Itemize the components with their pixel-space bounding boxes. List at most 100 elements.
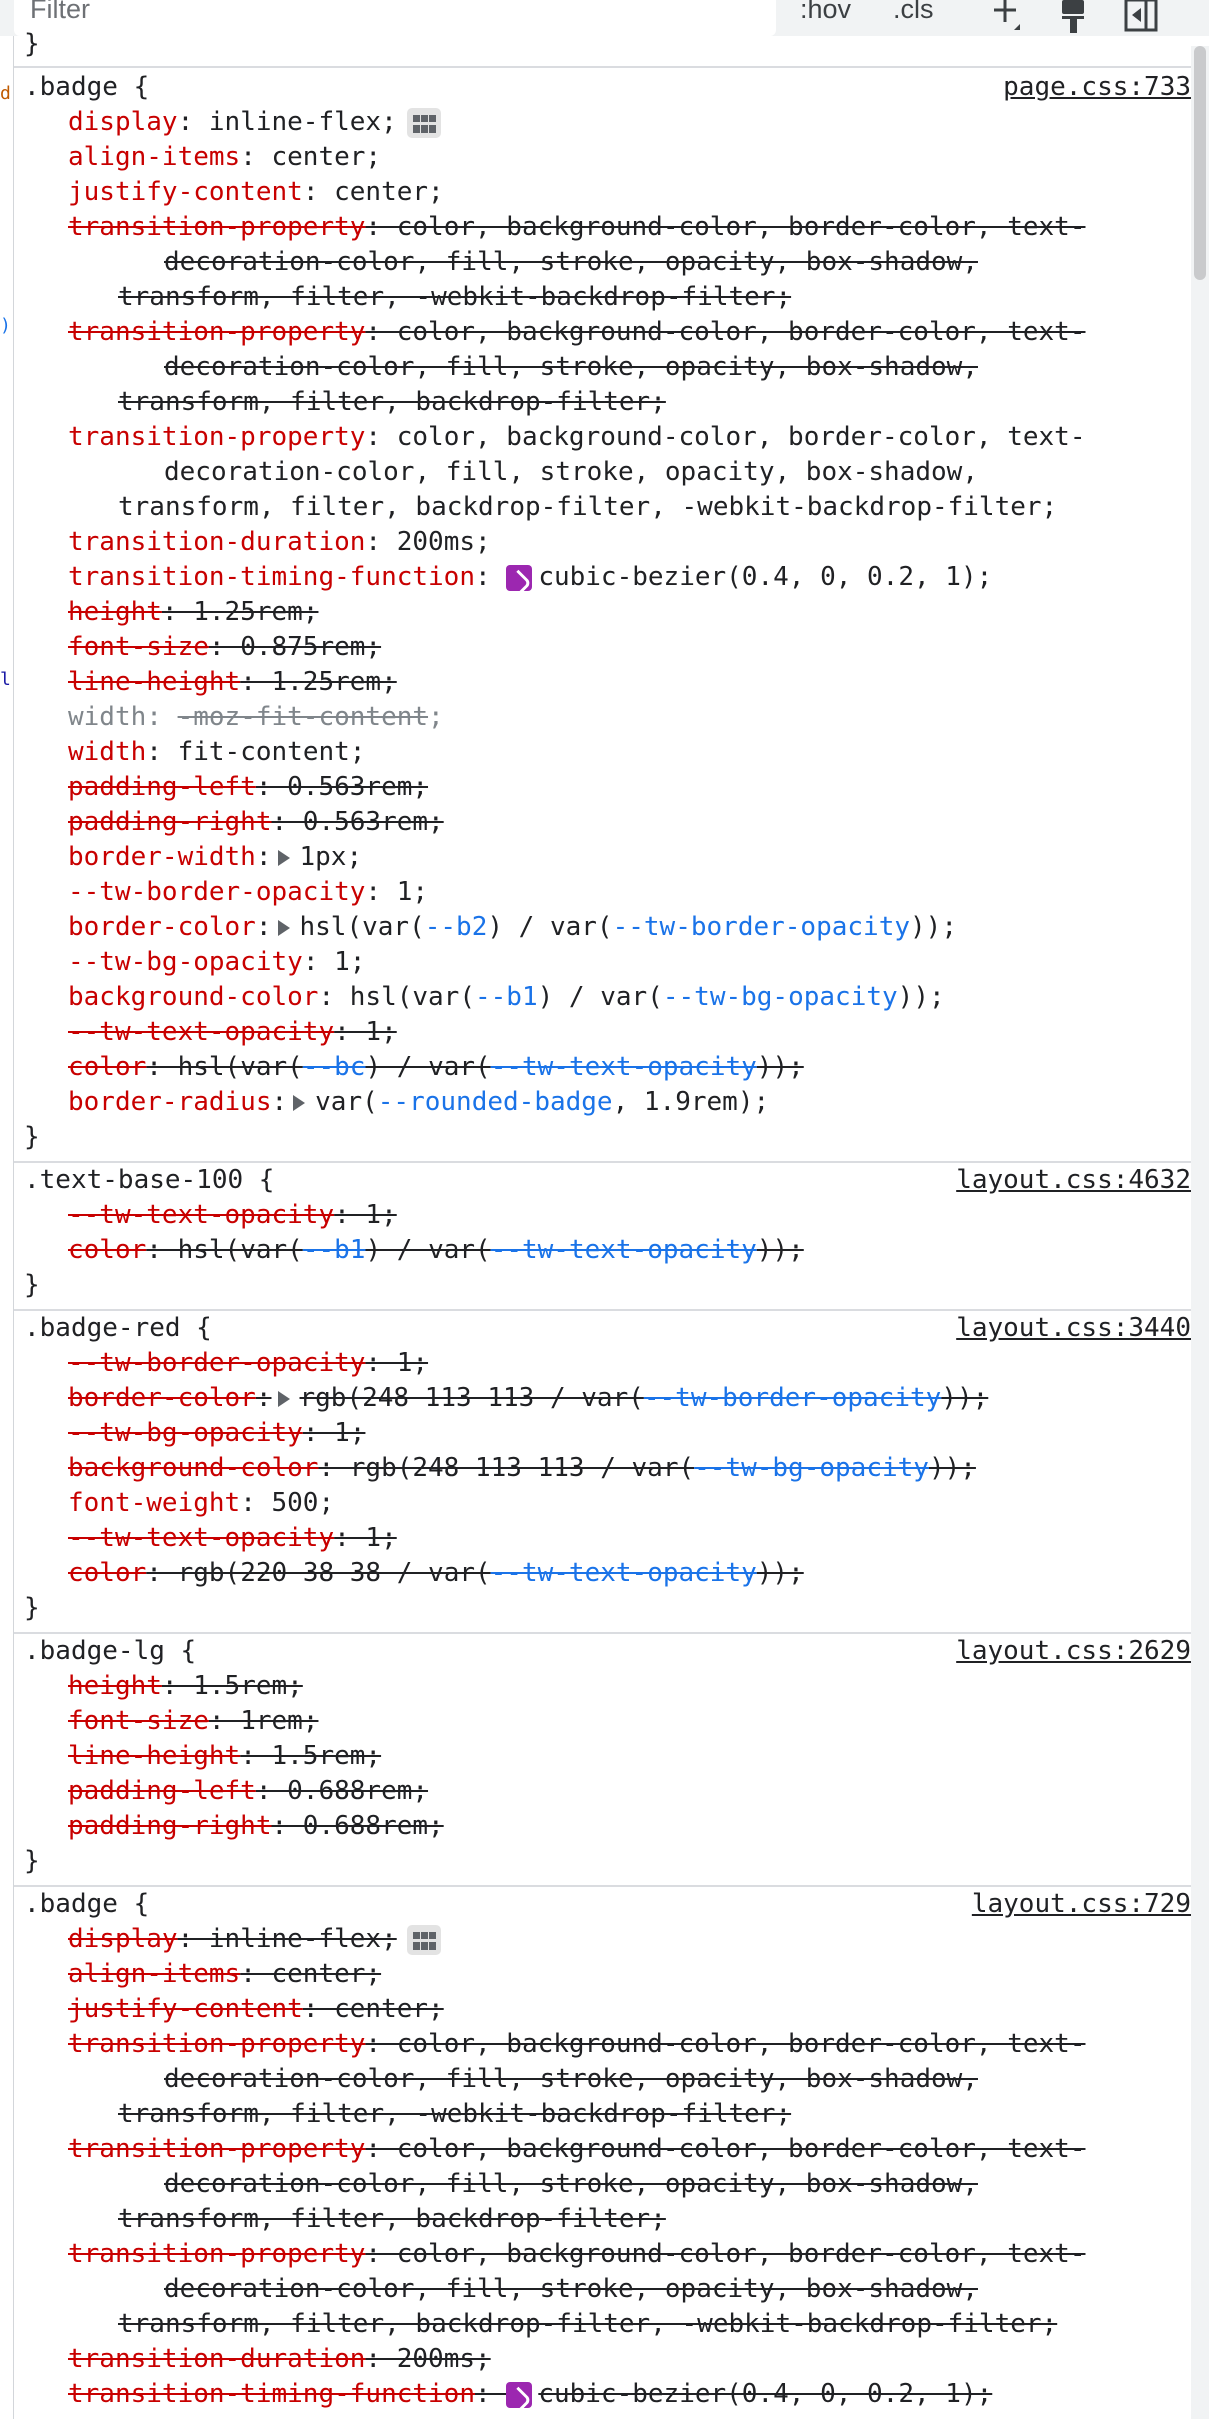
paint-brush-icon[interactable] [1056,0,1092,36]
scrollbar[interactable] [1191,46,1209,2419]
css-declaration[interactable]: line-height: 1.5rem; [14,1739,1191,1774]
css-variable-link[interactable]: --tw-border-opacity [613,912,910,942]
css-declaration[interactable]: height: 1.5rem; [14,1669,1191,1704]
expand-triangle-icon[interactable] [277,849,290,866]
css-variable-link[interactable]: --b2 [425,912,488,942]
expand-triangle-icon[interactable] [277,919,290,936]
css-declaration[interactable]: transition-property: color, background-c… [14,2132,1191,2167]
css-variable-link[interactable]: --tw-text-opacity [491,1235,757,1265]
css-variable-link[interactable]: --tw-border-opacity [644,1383,941,1413]
css-declaration[interactable]: justify-content: center; [14,1992,1191,2027]
source-link[interactable]: layout.css:2629 [956,1634,1191,1669]
toggle-sidebar-icon[interactable] [1124,0,1160,36]
declaration-text: : 500; [240,1488,335,1518]
css-declaration[interactable]: transition-property: color, background-c… [14,210,1191,245]
css-declaration[interactable]: font-weight: 500; [14,1486,1191,1521]
easing-editor-icon[interactable] [506,564,533,591]
css-declaration[interactable]: display: inline-flex; [14,1922,1191,1957]
css-declaration[interactable]: --tw-text-opacity: 1; [14,1015,1191,1050]
css-variable-link[interactable]: --rounded-badge [378,1087,613,1117]
css-declaration[interactable]: border-color: rgb(248 113 113 / var(--tw-… [14,1381,1191,1416]
css-declaration[interactable]: decoration-color, fill, stroke, opacity,… [14,2062,1191,2097]
flexbox-editor-icon[interactable] [406,1924,441,1955]
css-variable-link[interactable]: --b1 [303,1235,366,1265]
css-declaration[interactable]: transition-property: color, background-c… [14,315,1191,350]
source-link[interactable]: layout.css:729 [972,1887,1191,1922]
css-declaration[interactable]: --tw-text-opacity: 1; [14,1198,1191,1233]
declaration-text: cubic-bezier(0.4, 0, 0.2, 1); [538,2379,993,2409]
css-declaration[interactable]: decoration-color, fill, stroke, opacity,… [14,245,1191,280]
css-declaration[interactable]: border-radius: var(--rounded-badge, 1.9re… [14,1085,1191,1120]
scrollbar-thumb[interactable] [1194,46,1206,280]
css-declaration[interactable]: transform, filter, backdrop-filter; [14,2202,1191,2237]
css-declaration[interactable]: transition-duration: 200ms; [14,525,1191,560]
css-declaration[interactable]: color: hsl(var(--bc) / var(--tw-text-opa… [14,1050,1191,1085]
css-declaration[interactable]: display: inline-flex; [14,105,1191,140]
rule-selector[interactable]: .badge { [24,72,149,102]
declaration-text: transform, filter, backdrop-filter; [118,2204,666,2234]
css-declaration[interactable]: width: fit-content; [14,735,1191,770]
css-declaration[interactable]: line-height: 1.25rem; [14,665,1191,700]
rule-selector[interactable]: .badge-red { [24,1313,212,1343]
rule-selector[interactable]: .badge-lg { [24,1636,196,1666]
css-declaration[interactable]: padding-left: 0.688rem; [14,1774,1191,1809]
css-declaration[interactable]: transition-timing-function: cubic-bezier… [14,560,1191,595]
css-variable-link[interactable]: --b1 [475,982,538,1012]
source-link[interactable]: page.css:733 [1003,70,1191,105]
css-declaration[interactable]: padding-right: 0.688rem; [14,1809,1191,1844]
css-declaration[interactable]: align-items: center; [14,1957,1191,1992]
css-declaration[interactable]: --tw-text-opacity: 1; [14,1521,1191,1556]
css-declaration[interactable]: transform, filter, backdrop-filter; [14,385,1191,420]
css-declaration[interactable]: transform, filter, -webkit-backdrop-filt… [14,280,1191,315]
css-declaration[interactable]: width: -moz-fit-content; [14,700,1191,735]
css-declaration[interactable]: transition-duration: 200ms; [14,2342,1191,2377]
hov-toggle[interactable]: :hov [800,0,851,25]
css-declaration[interactable]: transition-property: color, background-c… [14,2027,1191,2062]
declaration-text: : 1.25rem; [240,667,397,697]
expand-triangle-icon[interactable] [293,1094,306,1111]
css-declaration[interactable]: decoration-color, fill, stroke, opacity,… [14,350,1191,385]
css-variable-link[interactable]: --tw-bg-opacity [694,1453,929,1483]
css-declaration[interactable]: color: hsl(var(--b1) / var(--tw-text-opa… [14,1233,1191,1268]
css-declaration[interactable]: justify-content: center; [14,175,1191,210]
css-variable-link[interactable]: --bc [303,1052,366,1082]
css-declaration[interactable]: decoration-color, fill, stroke, opacity,… [14,2167,1191,2202]
declaration-text: : inline-flex; [177,107,397,137]
css-declaration[interactable]: background-color: rgb(248 113 113 / var(… [14,1451,1191,1486]
css-declaration[interactable]: transition-property: color, background-c… [14,2237,1191,2272]
css-declaration[interactable]: font-size: 0.875rem; [14,630,1191,665]
source-link[interactable]: layout.css:3440 [956,1311,1191,1346]
css-declaration[interactable]: decoration-color, fill, stroke, opacity,… [14,2272,1191,2307]
flexbox-editor-icon[interactable] [406,107,441,138]
css-declaration[interactable]: --tw-border-opacity: 1; [14,1346,1191,1381]
css-declaration[interactable]: transform, filter, backdrop-filter, -web… [14,2307,1191,2342]
css-declaration[interactable]: transform, filter, backdrop-filter, -web… [14,490,1191,525]
css-declaration[interactable]: background-color: hsl(var(--b1) / var(--… [14,980,1191,1015]
filter-input[interactable]: Filter [14,0,776,36]
css-declaration[interactable]: transition-timing-function: cubic-bezier… [14,2377,1191,2412]
css-declaration[interactable]: decoration-color, fill, stroke, opacity,… [14,455,1191,490]
css-declaration[interactable]: font-size: 1rem; [14,1704,1191,1739]
css-declaration[interactable]: align-items: center; [14,140,1191,175]
css-declaration[interactable]: --tw-bg-opacity: 1; [14,945,1191,980]
rule-selector[interactable]: .text-base-100 { [24,1165,274,1195]
css-declaration[interactable]: padding-left: 0.563rem; [14,770,1191,805]
css-variable-link[interactable]: --tw-text-opacity [491,1558,757,1588]
css-declaration[interactable]: transform, filter, -webkit-backdrop-filt… [14,2097,1191,2132]
css-declaration[interactable]: transition-property: color, background-c… [14,420,1191,455]
rule-selector[interactable]: .badge { [24,1889,149,1919]
cls-toggle[interactable]: .cls [893,0,934,25]
source-link[interactable]: layout.css:4632 [956,1163,1191,1198]
expand-triangle-icon[interactable] [277,1390,290,1407]
plus-icon[interactable] [988,0,1024,36]
css-declaration[interactable]: padding-right: 0.563rem; [14,805,1191,840]
css-variable-link[interactable]: --tw-text-opacity [491,1052,757,1082]
css-declaration[interactable]: --tw-bg-opacity: 1; [14,1416,1191,1451]
css-declaration[interactable]: border-color: hsl(var(--b2) / var(--tw-bo… [14,910,1191,945]
easing-editor-icon[interactable] [506,2381,533,2408]
css-declaration[interactable]: color: rgb(220 38 38 / var(--tw-text-opa… [14,1556,1191,1591]
css-declaration[interactable]: height: 1.25rem; [14,595,1191,630]
css-variable-link[interactable]: --tw-bg-opacity [663,982,898,1012]
css-declaration[interactable]: border-width: 1px; [14,840,1191,875]
css-declaration[interactable]: --tw-border-opacity: 1; [14,875,1191,910]
